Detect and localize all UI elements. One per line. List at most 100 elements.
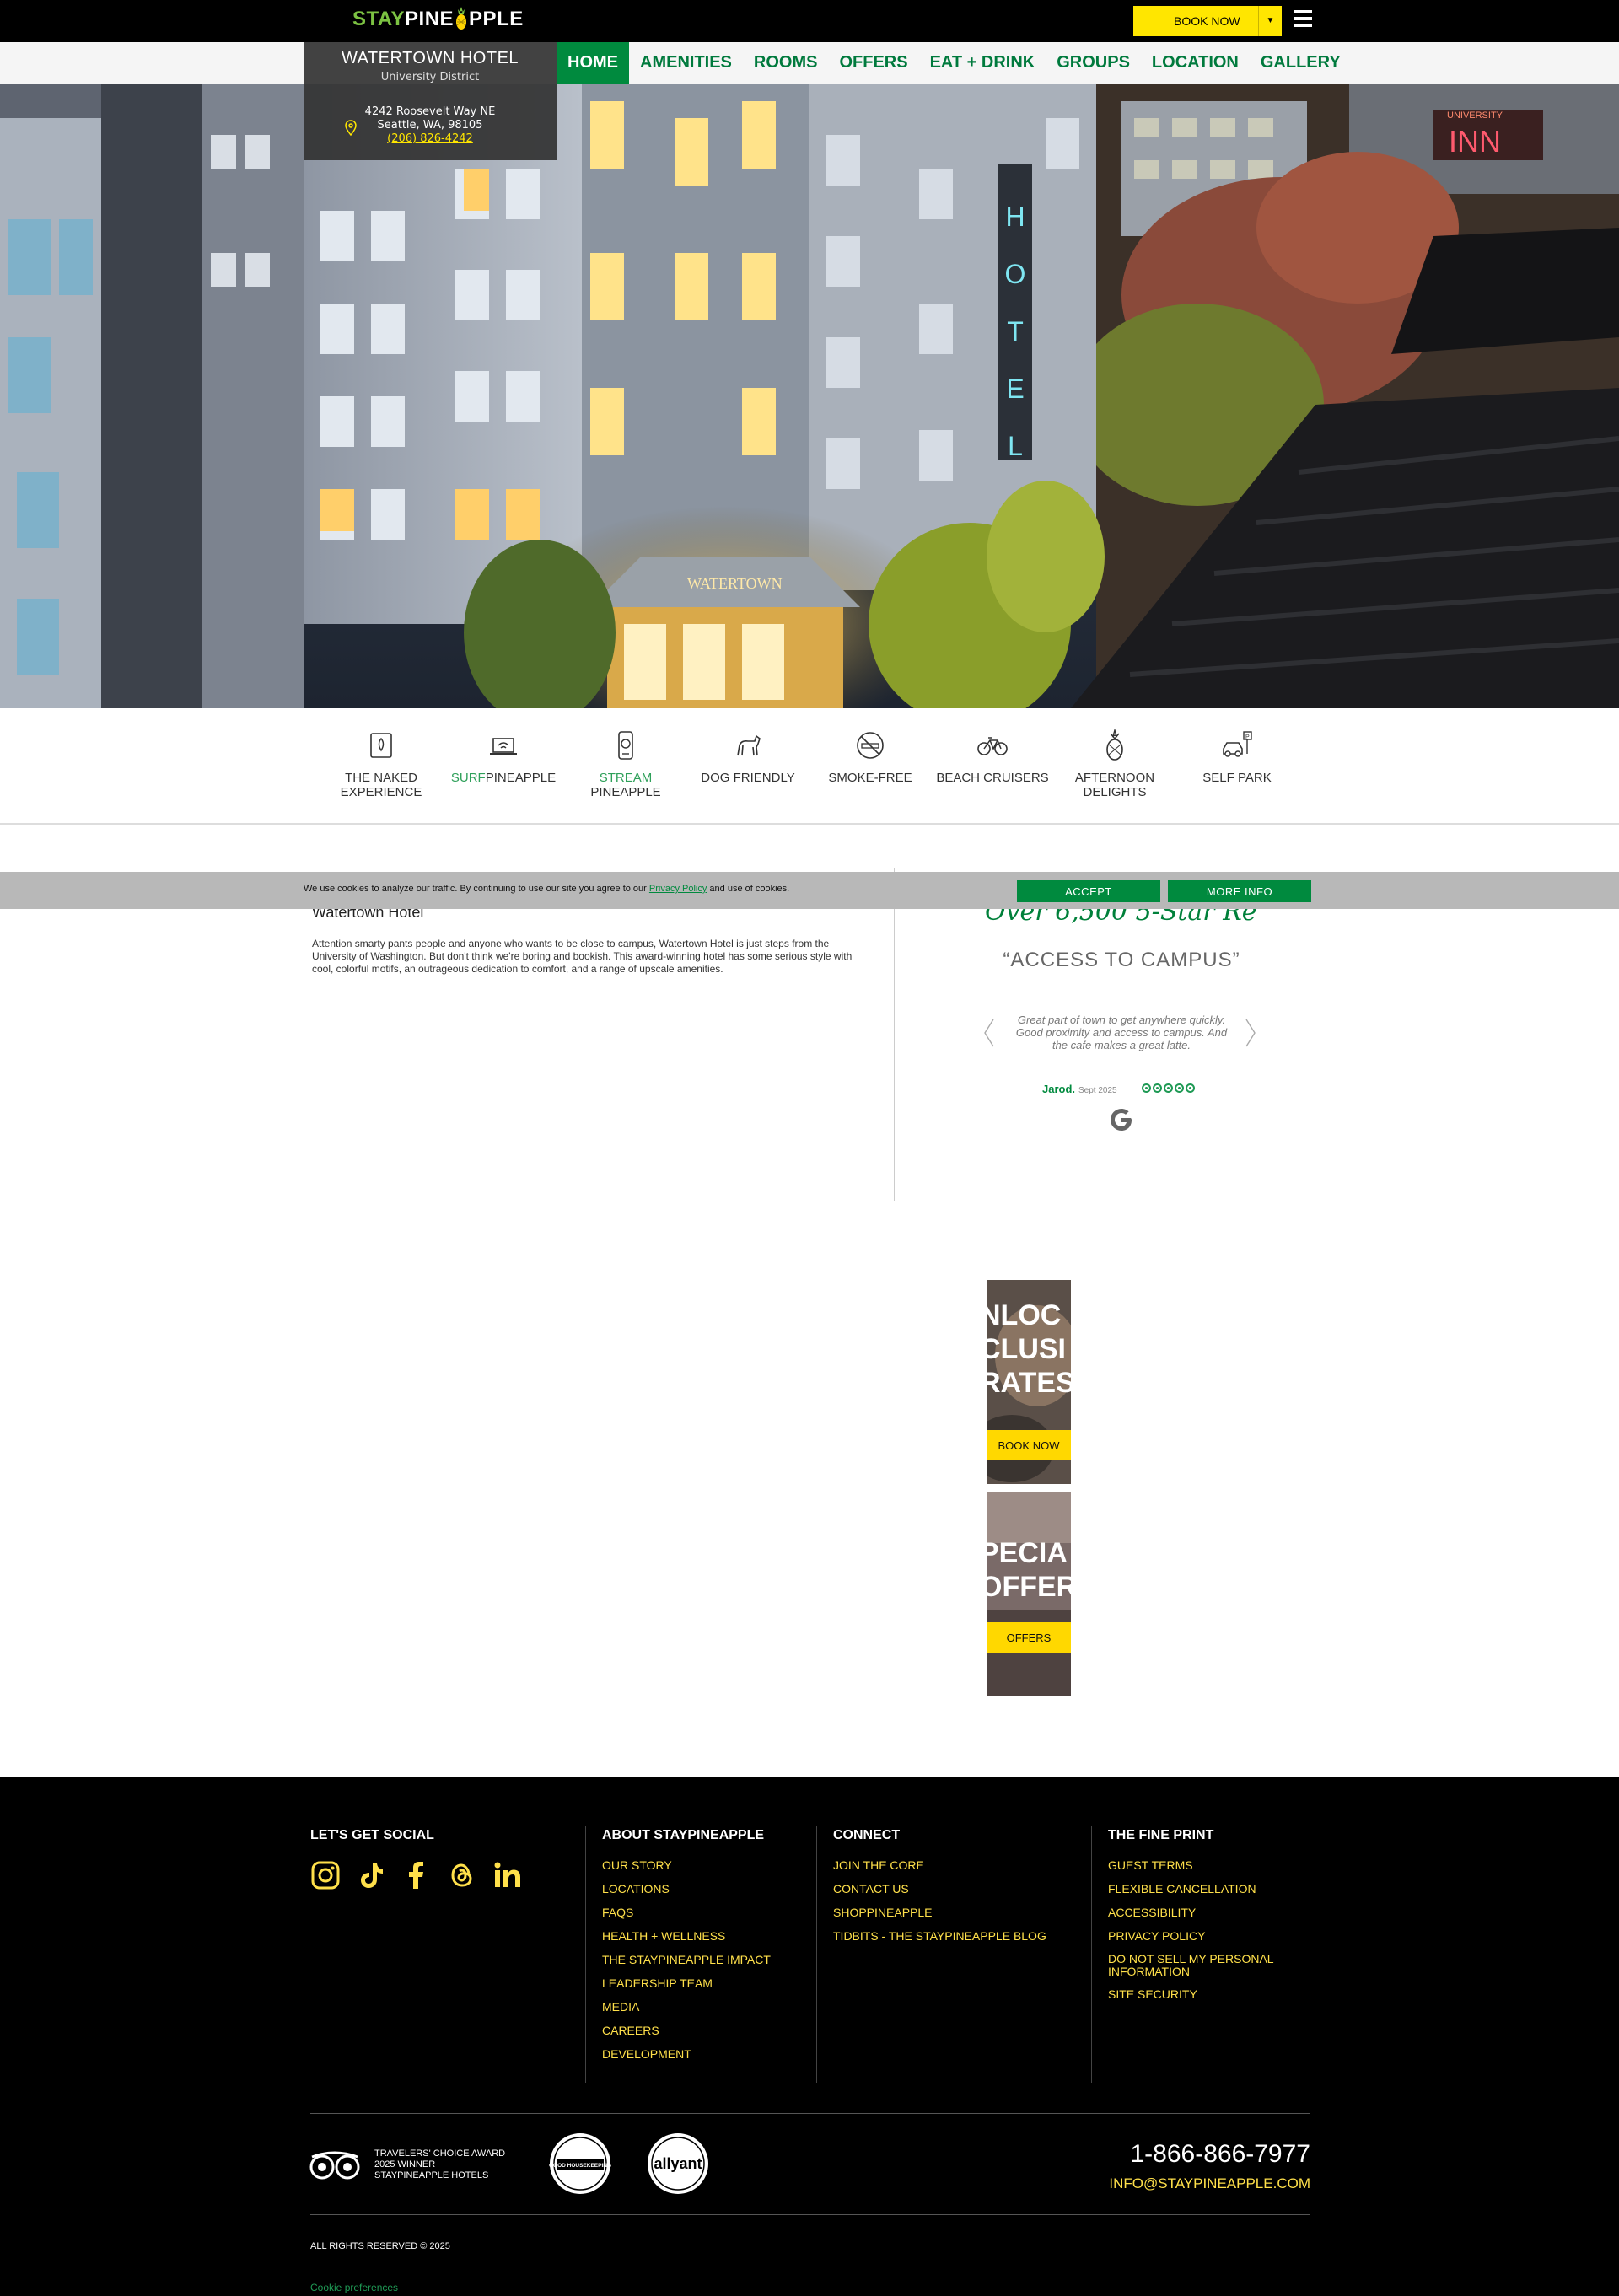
footer-rule	[310, 2113, 1310, 2114]
nav-bar: HOME AMENITIES ROOMS OFFERS EAT + DRINK …	[0, 42, 1619, 84]
review-rating	[1142, 1083, 1195, 1093]
amenity-surf-pineapple[interactable]: SURFPINEAPPLE	[444, 729, 562, 785]
social-icons	[310, 1860, 523, 1890]
copyright: ALL RIGHTS RESERVED © 2025	[310, 2241, 450, 2251]
rating-bubble-icon	[1142, 1083, 1151, 1093]
staypineapple-logo[interactable]: STAYPINE PPLE	[352, 7, 524, 31]
footer-link-health-wellness[interactable]: HEALTH + WELLNESS	[602, 1929, 771, 1944]
chevron-right-icon[interactable]	[1245, 1019, 1256, 1047]
naked-experience-icon	[370, 733, 392, 758]
footer: LET'S GET SOCIAL ABOUT STAYPINEAPPLE OUR…	[0, 1777, 1619, 2296]
accept-cookies-button[interactable]: ACCEPT	[1017, 880, 1160, 902]
hotel-district: University District	[380, 71, 480, 83]
hotel-address: 4242 Roosevelt Way NE Seattle, WA, 98105…	[304, 105, 557, 146]
map-pin-icon	[345, 120, 357, 137]
review-quote: “ACCESS TO CAMPUS”	[1003, 949, 1240, 971]
amenity-afternoon-delights[interactable]: AFTERNOON DELIGHTS	[1056, 729, 1174, 799]
footer-link-development[interactable]: DEVELOPMENT	[602, 2047, 771, 2062]
svg-text:UNIVERSITY: UNIVERSITY	[1447, 110, 1503, 121]
tripadvisor-icon	[309, 2151, 360, 2180]
amenity-beach-cruisers[interactable]: BEACH CRUISERS	[933, 729, 1052, 785]
rating-bubble-icon	[1175, 1083, 1184, 1093]
footer-link-faqs[interactable]: FAQS	[602, 1906, 771, 1920]
nav-offers[interactable]: OFFERS	[828, 42, 918, 84]
chevron-left-icon[interactable]	[983, 1019, 995, 1047]
footer-link-locations[interactable]: LOCATIONS	[602, 1882, 771, 1896]
svg-text:WATERTOWN: WATERTOWN	[687, 575, 783, 592]
rating-bubble-icon	[1153, 1083, 1162, 1093]
amenity-dog-friendly[interactable]: DOG FRIENDLY	[689, 729, 807, 785]
amenity-naked-experience[interactable]: THE NAKED EXPERIENCE	[322, 729, 440, 799]
book-now-button[interactable]: BOOK NOW ▼	[1133, 6, 1282, 36]
content-divider	[894, 868, 895, 1201]
footer-phone[interactable]: 1-866-866-7977	[1054, 2140, 1310, 2169]
promo-book-now-button[interactable]: BOOK NOW	[987, 1430, 1071, 1460]
footer-link-media[interactable]: MEDIA	[602, 2000, 771, 2014]
threads-icon[interactable]	[447, 1860, 477, 1890]
linkedin-icon[interactable]	[492, 1860, 523, 1890]
footer-link-do-not-sell[interactable]: DO NOT SELL MY PERSONAL INFORMATION	[1108, 1953, 1294, 1978]
footer-divider	[585, 1826, 586, 2083]
rating-bubble-icon	[1186, 1083, 1195, 1093]
footer-link-blog[interactable]: TIDBITS - THE STAYPINEAPPLE BLOG	[833, 1929, 1046, 1944]
footer-link-cancellation[interactable]: FLEXIBLE CANCELLATION	[1108, 1882, 1294, 1896]
nav-eat-drink[interactable]: EAT + DRINK	[919, 42, 1046, 84]
svg-text:allyant: allyant	[654, 2155, 702, 2172]
footer-link-shop[interactable]: SHOPPINEAPPLE	[833, 1906, 1046, 1920]
footer-link-join-core[interactable]: JOIN THE CORE	[833, 1858, 1046, 1873]
top-bar: STAYPINE PPLE BOOK NOW ▼	[0, 0, 1619, 42]
footer-link-careers[interactable]: CAREERS	[602, 2024, 771, 2038]
pineapple-logo-icon	[456, 7, 467, 30]
review-author: Jarod. Sept 2025	[1042, 1083, 1117, 1095]
amenity-stream-pineapple[interactable]: STREAM PINEAPPLE	[567, 729, 685, 799]
nav-amenities[interactable]: AMENITIES	[629, 42, 743, 84]
footer-link-site-security[interactable]: SITE SECURITY	[1108, 1987, 1294, 2002]
allyant-badge: allyant	[648, 2133, 708, 2194]
more-info-button[interactable]: MORE INFO	[1168, 880, 1311, 902]
footer-email[interactable]: INFO@STAYPINEAPPLE.COM	[1054, 2175, 1310, 2192]
promo-offers-button[interactable]: OFFERS	[987, 1622, 1071, 1653]
amenity-smoke-free[interactable]: SMOKE-FREE	[811, 729, 929, 785]
hamburger-menu-icon[interactable]	[1294, 10, 1312, 29]
nav-home[interactable]: HOME	[557, 42, 629, 84]
privacy-policy-link[interactable]: Privacy Policy	[649, 884, 707, 894]
footer-link-leadership[interactable]: LEADERSHIP TEAM	[602, 1976, 771, 1991]
dog-icon	[737, 734, 761, 756]
promo-card-rates[interactable]: NLOC CLUSI RATES BOOK NOW	[987, 1280, 1071, 1484]
about-text: Attention smarty pants people and anyone…	[312, 938, 853, 975]
hotel-info-box: WATERTOWN HOTEL University District 4242…	[304, 42, 557, 160]
svg-text:E: E	[1006, 374, 1024, 404]
instagram-icon[interactable]	[310, 1860, 341, 1890]
promo-card-offers[interactable]: PECIA OFFER OFFERS	[987, 1492, 1071, 1696]
footer-link-impact[interactable]: THE STAYPINEAPPLE IMPACT	[602, 1953, 771, 1967]
footer-link-contact[interactable]: CONTACT US	[833, 1882, 1046, 1896]
hotel-phone-link[interactable]: (206) 826-4242	[304, 132, 557, 146]
footer-link-guest-terms[interactable]: GUEST TERMS	[1108, 1858, 1294, 1873]
footer-link-accessibility[interactable]: ACCESSIBILITY	[1108, 1906, 1294, 1920]
tiktok-icon[interactable]	[356, 1860, 386, 1890]
nav-groups[interactable]: GROUPS	[1046, 42, 1141, 84]
nav-gallery[interactable]: GALLERY	[1250, 42, 1352, 84]
facebook-icon[interactable]	[401, 1860, 432, 1890]
nav-location[interactable]: LOCATION	[1141, 42, 1250, 84]
cookie-message: We use cookies to analyze our traffic. B…	[304, 884, 790, 894]
wifi-laptop-icon	[490, 738, 517, 755]
award-text: TRAVELERS' CHOICE AWARD 2025 WINNER STAY…	[374, 2148, 506, 2180]
footer-link-our-story[interactable]: OUR STORY	[602, 1858, 771, 1873]
car-parking-icon: P	[1223, 731, 1252, 757]
good-housekeeping-badge: GOOD HOUSEKEEPING	[549, 2133, 611, 2194]
pineapple-icon	[1106, 729, 1123, 761]
nav-rooms[interactable]: ROOMS	[743, 42, 829, 84]
svg-text:O: O	[1005, 259, 1026, 289]
footer-link-privacy[interactable]: PRIVACY POLICY	[1108, 1929, 1294, 1944]
bicycle-icon	[977, 737, 1008, 755]
rating-bubble-icon	[1164, 1083, 1173, 1093]
hotel-exterior-photo: INN UNIVERSITY HOT EL WATERTOWN	[0, 84, 1619, 708]
amenity-self-park[interactable]: P SELF PARK	[1178, 729, 1296, 785]
footer-rule	[310, 2214, 1310, 2215]
connect-title: CONNECT	[833, 1828, 901, 1842]
svg-text:H: H	[1005, 202, 1025, 232]
dropdown-caret-icon[interactable]: ▼	[1258, 6, 1282, 36]
svg-text:GOOD HOUSEKEEPING: GOOD HOUSEKEEPING	[549, 2163, 611, 2169]
cookie-preferences-link[interactable]: Cookie preferences	[310, 2282, 398, 2293]
